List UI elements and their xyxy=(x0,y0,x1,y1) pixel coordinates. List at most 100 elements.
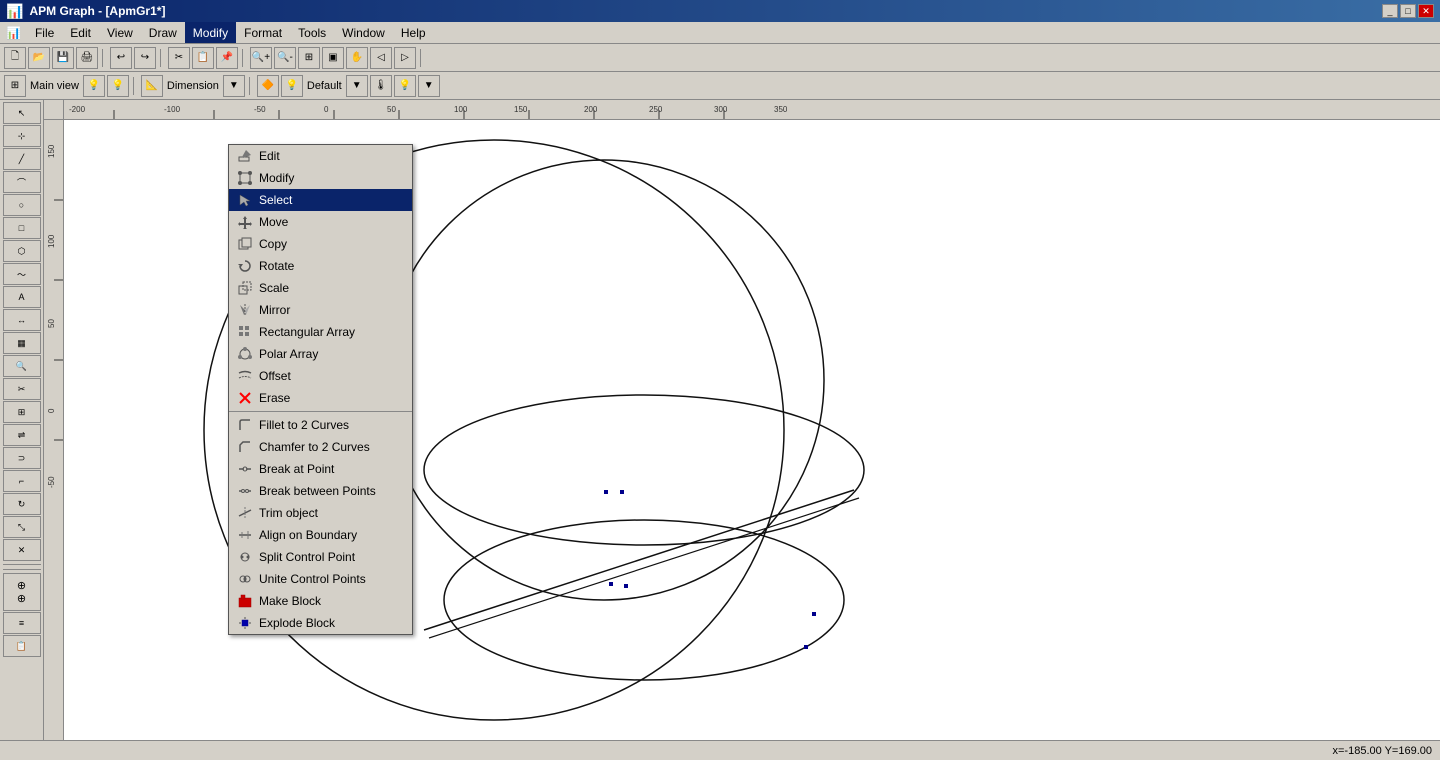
zoom-next-button[interactable]: ▷ xyxy=(394,47,416,69)
dd-split-cp-label: Split Control Point xyxy=(259,550,355,564)
dim-tool[interactable]: ↔ xyxy=(3,309,41,331)
zoom-win-button[interactable]: ▣ xyxy=(322,47,344,69)
help-menu[interactable]: Help xyxy=(393,22,434,43)
edit-menu[interactable]: Edit xyxy=(62,22,99,43)
app-icon[interactable]: 📊 xyxy=(0,22,27,43)
copy-btn[interactable]: 📋 xyxy=(192,47,214,69)
zoom-out-button[interactable]: 🔍- xyxy=(274,47,296,69)
dd-explode-block[interactable]: Explode Block xyxy=(229,612,412,634)
close-button[interactable]: ✕ xyxy=(1418,4,1434,18)
modify-menu[interactable]: Modify xyxy=(185,22,236,43)
light5[interactable]: 🌡 xyxy=(370,75,392,97)
svg-text:-200: -200 xyxy=(69,105,86,114)
dd-scale[interactable]: Scale xyxy=(229,277,412,299)
print-button[interactable]: 🖨 xyxy=(76,47,98,69)
light6[interactable]: 💡 xyxy=(394,75,416,97)
zoom-tool[interactable]: 🔍 xyxy=(3,355,41,377)
dd-offset[interactable]: Offset xyxy=(229,365,412,387)
mirror-tool-l[interactable]: ⇌ xyxy=(3,424,41,446)
redo-button[interactable]: ↪ xyxy=(134,47,156,69)
circle-tool[interactable]: ○ xyxy=(3,194,41,216)
dd-explode-block-label: Explode Block xyxy=(259,616,335,630)
arc-tool[interactable]: ⌒ xyxy=(3,171,41,193)
dd-edit[interactable]: Edit xyxy=(229,145,412,167)
dd-make-block[interactable]: Make Block xyxy=(229,590,412,612)
dd-align[interactable]: Align on Boundary xyxy=(229,524,412,546)
rotate-icon xyxy=(237,258,253,274)
draw-menu[interactable]: Draw xyxy=(141,22,185,43)
dd-trim[interactable]: Trim object xyxy=(229,502,412,524)
modify-icon xyxy=(237,170,253,186)
pan-button[interactable]: ✋ xyxy=(346,47,368,69)
minimize-button[interactable]: _ xyxy=(1382,4,1398,18)
dd-copy[interactable]: Copy xyxy=(229,233,412,255)
paste-button[interactable]: 📌 xyxy=(216,47,238,69)
view-light2[interactable]: 💡 xyxy=(107,75,129,97)
zoom-in-button[interactable]: 🔍+ xyxy=(250,47,272,69)
fillet-tool-l[interactable]: ⌐ xyxy=(3,470,41,492)
hatch-tool[interactable]: ▦ xyxy=(3,332,41,354)
dd-sep1 xyxy=(229,411,412,412)
text-tool[interactable]: A xyxy=(3,286,41,308)
dd-unite-cp[interactable]: Unite Control Points xyxy=(229,568,412,590)
zoom-prev-button[interactable]: ◁ xyxy=(370,47,392,69)
view-menu[interactable]: View xyxy=(99,22,141,43)
line-tool[interactable]: ╱ xyxy=(3,148,41,170)
dd-break-at-point[interactable]: Break at Point xyxy=(229,458,412,480)
dd-select-label: Select xyxy=(259,193,292,207)
undo-button[interactable]: ↩ xyxy=(110,47,132,69)
light3[interactable]: 🔶 xyxy=(257,75,279,97)
array-tool[interactable]: ⊞ xyxy=(3,401,41,423)
dd-split-cp[interactable]: Split Control Point xyxy=(229,546,412,568)
snap-tool[interactable]: ⊕⊕ xyxy=(3,573,41,611)
default-drop[interactable]: ▼ xyxy=(346,75,368,97)
view-btn1[interactable]: ⊞ xyxy=(4,75,26,97)
svg-text:100: 100 xyxy=(47,234,56,248)
cut-button[interactable]: ✂ xyxy=(168,47,190,69)
canvas-area[interactable]: -200 -100 -50 0 50 100 150 200 250 300 xyxy=(44,100,1440,740)
erase-tool[interactable]: ✕ xyxy=(3,539,41,561)
open-button[interactable]: 📂 xyxy=(28,47,50,69)
dd-fillet[interactable]: Fillet to 2 Curves xyxy=(229,414,412,436)
save-button[interactable]: 💾 xyxy=(52,47,74,69)
file-menu[interactable]: File xyxy=(27,22,62,43)
dd-mirror[interactable]: Mirror xyxy=(229,299,412,321)
select-icon xyxy=(237,192,253,208)
tsep2 xyxy=(249,77,253,95)
node-tool[interactable]: ⊹ xyxy=(3,125,41,147)
offset-icon xyxy=(237,368,253,384)
dd-polar-array[interactable]: Polar Array xyxy=(229,343,412,365)
light4[interactable]: 💡 xyxy=(281,75,303,97)
dd-break-between[interactable]: Break between Points xyxy=(229,480,412,502)
prop-tool[interactable]: 📋 xyxy=(3,635,41,657)
trim-tool[interactable]: ✂ xyxy=(3,378,41,400)
dd-rect-array[interactable]: Rectangular Array xyxy=(229,321,412,343)
rotate-tool-l[interactable]: ↻ xyxy=(3,493,41,515)
dd-select[interactable]: Select xyxy=(229,189,412,211)
rect-tool[interactable]: □ xyxy=(3,217,41,239)
zoom-all-button[interactable]: ⊞ xyxy=(298,47,320,69)
maximize-button[interactable]: □ xyxy=(1400,4,1416,18)
view-light1[interactable]: 💡 xyxy=(83,75,105,97)
tools-menu[interactable]: Tools xyxy=(290,22,334,43)
select-tool[interactable]: ↖ xyxy=(3,102,41,124)
svg-text:-50: -50 xyxy=(47,476,56,488)
spline-tool[interactable]: 〜 xyxy=(3,263,41,285)
dd-erase[interactable]: Erase xyxy=(229,387,412,409)
scale-tool-l[interactable]: ⤡ xyxy=(3,516,41,538)
new-button[interactable]: 🗋 xyxy=(4,47,26,69)
svg-text:300: 300 xyxy=(714,105,728,114)
format-menu[interactable]: Format xyxy=(236,22,290,43)
dd-modify[interactable]: Modify xyxy=(229,167,412,189)
window-menu[interactable]: Window xyxy=(334,22,393,43)
dd-chamfer[interactable]: Chamfer to 2 Curves xyxy=(229,436,412,458)
layer-tool[interactable]: ≡ xyxy=(3,612,41,634)
sep2 xyxy=(160,49,164,67)
dim-drop[interactable]: ▼ xyxy=(223,75,245,97)
offset-tool-l[interactable]: ⊃ xyxy=(3,447,41,469)
polygon-tool[interactable]: ⬡ xyxy=(3,240,41,262)
dim-icon[interactable]: 📐 xyxy=(141,75,163,97)
dd-move[interactable]: Move xyxy=(229,211,412,233)
dd-rotate[interactable]: Rotate xyxy=(229,255,412,277)
light7[interactable]: ▼ xyxy=(418,75,440,97)
